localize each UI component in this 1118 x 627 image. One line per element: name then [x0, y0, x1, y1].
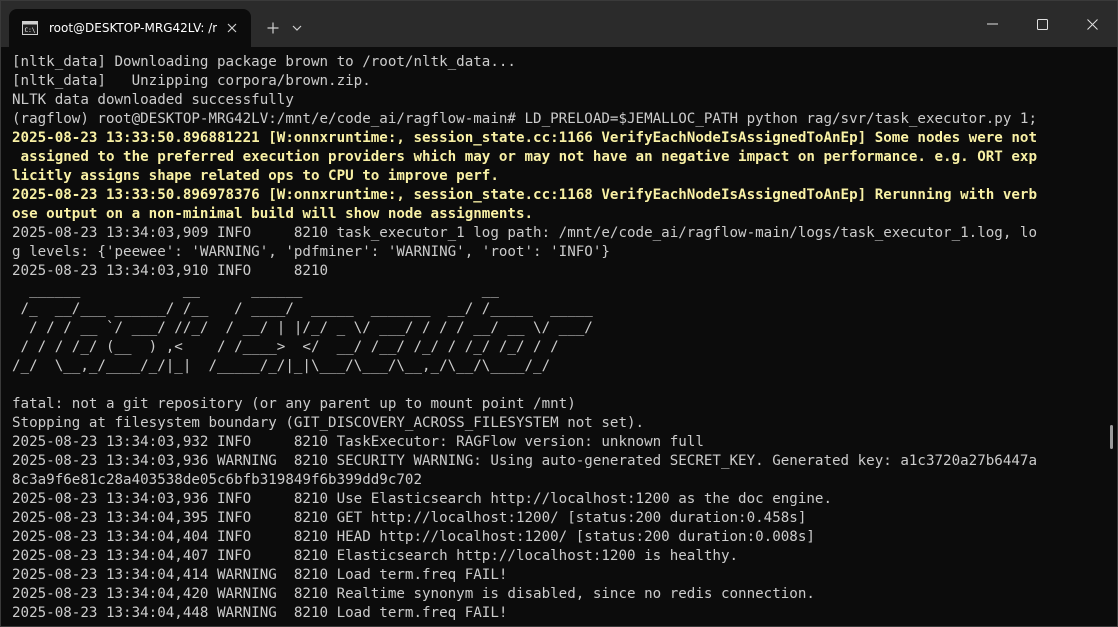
tab-close-icon[interactable]	[223, 19, 241, 37]
terminal-line: 2025-08-23 13:34:04,420 WARNING 8210 Rea…	[12, 586, 815, 602]
terminal-line: /_/ \__,_/____/_/|_| /_____/_/|_|\___/\_…	[12, 358, 551, 374]
terminal-icon: C:\	[21, 20, 39, 36]
terminal-line: 8c3a9f6e81c28a403538de05c6bfb319849f6b39…	[12, 472, 422, 488]
terminal-line: ose output on a non-minimal build will s…	[12, 206, 534, 222]
terminal-line: g levels: {'peewee': 'WARNING', 'pdfmine…	[12, 244, 610, 260]
terminal-line: NLTK data downloaded successfully	[12, 92, 294, 108]
terminal-line: 2025-08-23 13:34:04,395 INFO 8210 GET ht…	[12, 510, 807, 526]
terminal-line: [nltk_data] Unzipping corpora/brown.zip.	[12, 73, 371, 89]
terminal-line: /_ __/___ ______/ /__ / ____/ _____ ____…	[12, 301, 593, 317]
terminal-line: / / / /_/ (__ ) ,< / /____> </ __/ /__/ …	[12, 339, 559, 355]
terminal-line: 2025-08-23 13:34:03,909 INFO 8210 task_e…	[12, 225, 1037, 241]
tab-terminal[interactable]: C:\ root@DESKTOP-MRG42LV: /m	[9, 9, 251, 47]
minimize-icon[interactable]	[967, 1, 1017, 47]
terminal-line: 2025-08-23 13:34:04,414 WARNING 8210 Loa…	[12, 567, 508, 583]
terminal-window: C:\ root@DESKTOP-MRG42LV: /m [nltk_data]…	[0, 0, 1118, 627]
terminal-line: 2025-08-23 13:33:50.896978376 [W:onnxrun…	[12, 187, 1037, 203]
terminal-line: 2025-08-23 13:34:03,910 INFO 8210	[12, 263, 329, 279]
terminal-line: fatal: not a git repository (or any pare…	[12, 396, 576, 412]
terminal-line: 2025-08-23 13:33:50.896881221 [W:onnxrun…	[12, 130, 1037, 146]
terminal-line: licitly assigns shape related ops to CPU…	[12, 168, 499, 184]
terminal-line: 2025-08-23 13:34:04,448 WARNING 8210 Loa…	[12, 605, 508, 621]
terminal-line: (ragflow) root@DESKTOP-MRG42LV:/mnt/e/co…	[12, 111, 1037, 127]
window-controls	[967, 1, 1117, 47]
maximize-icon[interactable]	[1017, 1, 1067, 47]
close-icon[interactable]	[1067, 1, 1117, 47]
terminal-line: / / / __ `/ ___/ //_/ / __/ | |/_/ _ \/ …	[12, 320, 593, 336]
terminal-line: 2025-08-23 13:34:03,936 INFO 8210 Use El…	[12, 491, 832, 507]
scrollbar-thumb[interactable]	[1110, 425, 1113, 449]
terminal-line: 2025-08-23 13:34:03,932 INFO 8210 TaskEx…	[12, 434, 704, 450]
svg-text:C:\: C:\	[25, 27, 36, 34]
tab-title: root@DESKTOP-MRG42LV: /m	[49, 21, 217, 35]
terminal-line: ______ __ ______ __	[12, 282, 499, 298]
terminal-line: Stopping at filesystem boundary (GIT_DIS…	[12, 415, 645, 431]
title-bar: C:\ root@DESKTOP-MRG42LV: /m	[1, 1, 1117, 47]
terminal-line: 2025-08-23 13:34:04,407 INFO 8210 Elasti…	[12, 548, 739, 564]
terminal-line: [nltk_data] Downloading package brown to…	[12, 54, 516, 70]
terminal-line: assigned to the preferred execution prov…	[12, 149, 1037, 165]
chevron-down-icon[interactable]	[287, 9, 307, 47]
plus-icon[interactable]	[263, 9, 283, 47]
terminal-output[interactable]: [nltk_data] Downloading package brown to…	[12, 53, 1102, 625]
terminal-line: 2025-08-23 13:34:04,404 INFO 8210 HEAD h…	[12, 529, 815, 545]
terminal-line: 2025-08-23 13:34:03,936 WARNING 8210 SEC…	[12, 453, 1037, 469]
